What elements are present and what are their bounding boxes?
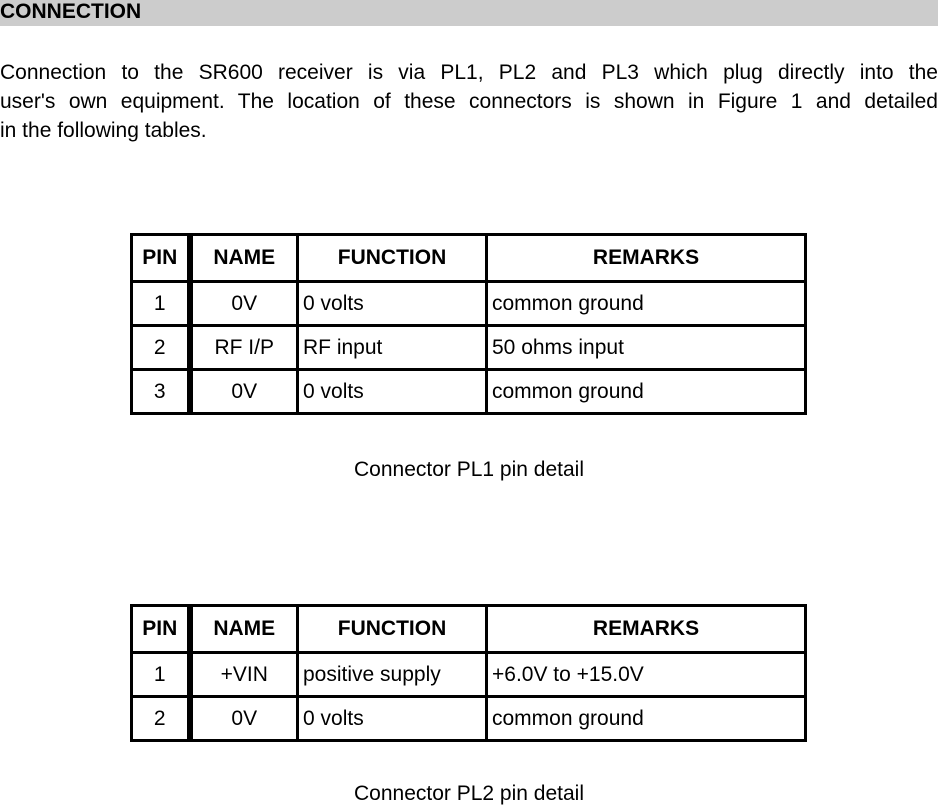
cell-remarks: common ground xyxy=(485,368,807,415)
header-function: FUNCTION xyxy=(296,604,488,654)
header-pin: PIN xyxy=(130,604,193,654)
cell-pin: 1 xyxy=(130,280,193,327)
intro-line: in the following tables. xyxy=(0,119,207,142)
pl1-pin-table: PIN NAME FUNCTION REMARKS 1 0V 0 volts c… xyxy=(130,233,807,415)
header-remarks: REMARKS xyxy=(485,604,807,654)
pl2-pin-table: PIN NAME FUNCTION REMARKS 1 +VIN positiv… xyxy=(130,604,807,742)
intro-line: user's own equipment. The location of th… xyxy=(0,90,938,113)
section-header: CONNECTION xyxy=(0,0,938,26)
cell-remarks: common ground xyxy=(485,695,807,742)
cell-name: +VIN xyxy=(188,651,299,698)
table-row: 2 RF I/P RF input 50 ohms input xyxy=(130,324,807,371)
cell-name: 0V xyxy=(188,368,299,415)
table-row: 1 +VIN positive supply +6.0V to +15.0V xyxy=(130,651,807,698)
section-title: CONNECTION xyxy=(0,0,142,23)
cell-name: RF I/P xyxy=(188,324,299,371)
cell-remarks: +6.0V to +15.0V xyxy=(485,651,807,698)
cell-remarks: 50 ohms input xyxy=(485,324,807,371)
cell-name: 0V xyxy=(188,280,299,327)
header-name: NAME xyxy=(188,604,299,654)
intro-line: Connection to the SR600 receiver is via … xyxy=(0,61,938,84)
cell-name: 0V xyxy=(188,695,299,742)
cell-pin: 2 xyxy=(130,695,193,742)
table-row: 1 0V 0 volts common ground xyxy=(130,280,807,327)
header-pin: PIN xyxy=(130,233,193,283)
cell-function: 0 volts xyxy=(296,368,488,415)
table-header-row: PIN NAME FUNCTION REMARKS xyxy=(130,604,807,654)
pl2-table-caption: Connector PL2 pin detail xyxy=(354,782,584,805)
header-name: NAME xyxy=(188,233,299,283)
cell-function: RF input xyxy=(296,324,488,371)
cell-function: positive supply xyxy=(296,651,488,698)
cell-remarks: common ground xyxy=(485,280,807,327)
cell-pin: 1 xyxy=(130,651,193,698)
header-remarks: REMARKS xyxy=(485,233,807,283)
cell-pin: 3 xyxy=(130,368,193,415)
table-row: 3 0V 0 volts common ground xyxy=(130,368,807,415)
cell-function: 0 volts xyxy=(296,695,488,742)
intro-paragraph: Connection to the SR600 receiver is via … xyxy=(0,58,938,145)
cell-function: 0 volts xyxy=(296,280,488,327)
table-header-row: PIN NAME FUNCTION REMARKS xyxy=(130,233,807,283)
table-row: 2 0V 0 volts common ground xyxy=(130,695,807,742)
cell-pin: 2 xyxy=(130,324,193,371)
pl1-table-caption: Connector PL1 pin detail xyxy=(354,458,584,481)
header-function: FUNCTION xyxy=(296,233,488,283)
